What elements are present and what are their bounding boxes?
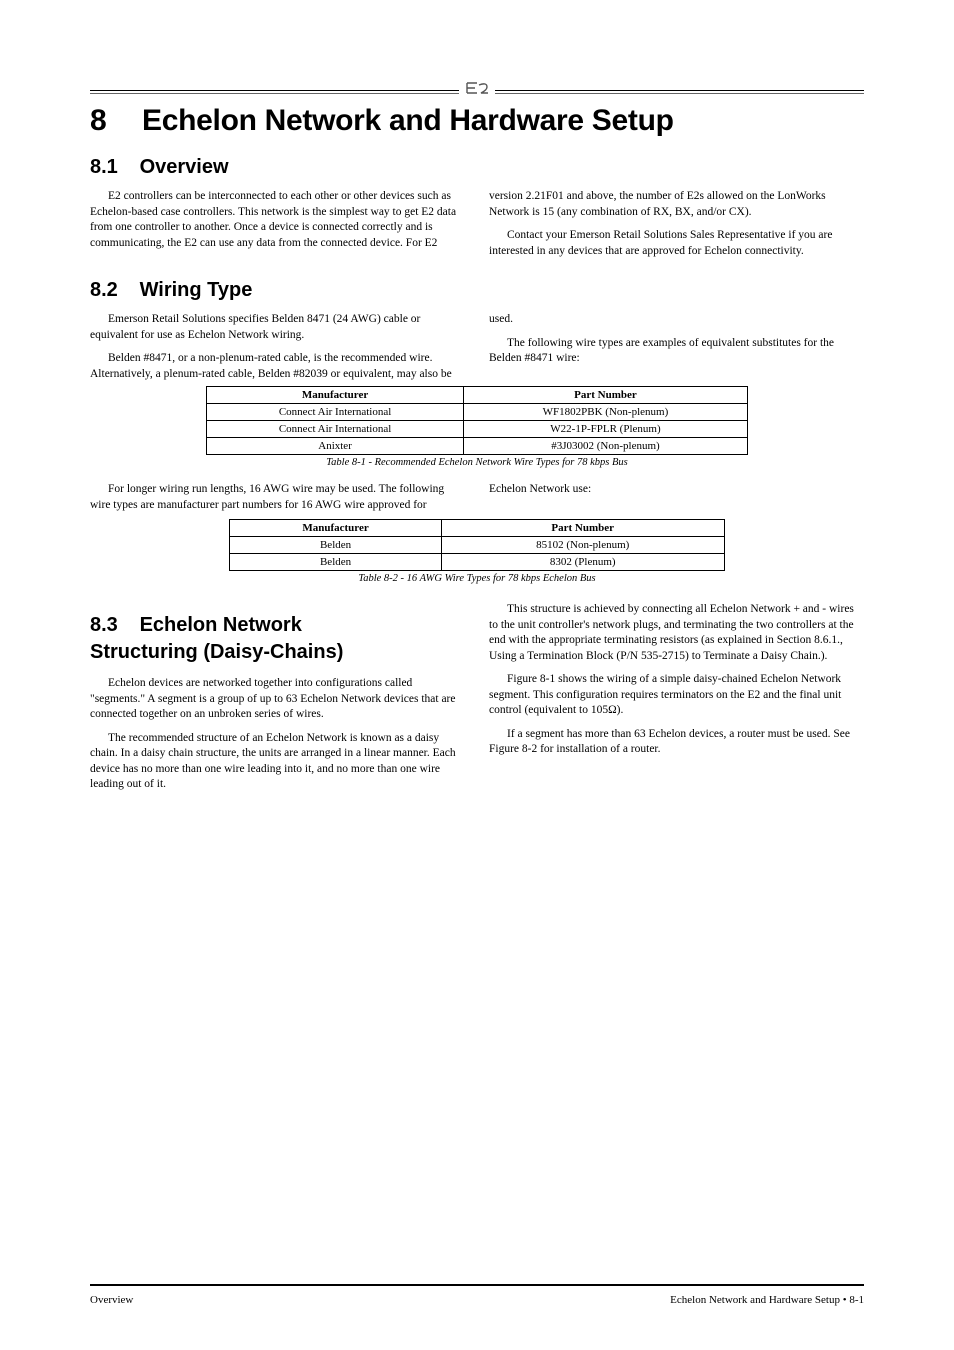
table-8-1-caption: Table 8-1 - Recommended Echelon Network … [90, 457, 864, 468]
section-title: Wiring Type [140, 279, 253, 301]
table-cell: 85102 (Non-plenum) [441, 537, 724, 554]
section-number: 8.1 [90, 156, 134, 179]
body-text: If a segment has more than 63 Echelon de… [489, 727, 864, 758]
footer-rule [90, 1284, 864, 1286]
body-text: Contact your Emerson Retail Solutions Sa… [489, 228, 864, 259]
section-8-1-heading: 8.1 Overview [90, 156, 864, 179]
section-8-2-heading: 8.2 Wiring Type [90, 279, 864, 302]
chapter-number: 8 [90, 104, 134, 138]
section-title-line1: Echelon Network [140, 614, 302, 636]
footer-left: Overview [90, 1294, 133, 1306]
chapter-title-text: Echelon Network and Hardware Setup [142, 104, 674, 137]
table-header: Part Number [441, 520, 724, 537]
table-row: Belden 85102 (Non-plenum) [230, 537, 724, 554]
header-rule-top [90, 90, 864, 91]
body-text: Emerson Retail Solutions specifies Belde… [90, 312, 465, 343]
table-header: Part Number [464, 387, 748, 404]
table-row: Connect Air International WF1802PBK (Non… [207, 404, 748, 421]
section-number: 8.3 [90, 612, 134, 639]
e2-logo-icon [459, 80, 495, 101]
section-title-line2: Structuring (Daisy-Chains) [90, 641, 343, 663]
table-cell: Connect Air International [207, 421, 464, 438]
table-8-1: Manufacturer Part Number Connect Air Int… [206, 386, 748, 455]
table-8-2: Manufacturer Part Number Belden 85102 (N… [229, 519, 724, 571]
table-cell: 8302 (Plenum) [441, 554, 724, 571]
body-text: Echelon devices are networked together i… [90, 676, 465, 723]
table-row: Connect Air International W22-1P-FPLR (P… [207, 421, 748, 438]
table-8-2-caption: Table 8-2 - 16 AWG Wire Types for 78 kbp… [90, 573, 864, 584]
footer-right: Echelon Network and Hardware Setup • 8-1 [670, 1294, 864, 1306]
table-cell: Anixter [207, 438, 464, 455]
table-cell: #3J03002 (Non-plenum) [464, 438, 748, 455]
body-text: This structure is achieved by connecting… [489, 602, 864, 664]
chapter-title: 8 Echelon Network and Hardware Setup [90, 104, 864, 138]
table-cell: W22-1P-FPLR (Plenum) [464, 421, 748, 438]
table-header: Manufacturer [207, 387, 464, 404]
table-header: Manufacturer [230, 520, 442, 537]
body-text: Figure 8-1 shows the wiring of a simple … [489, 672, 864, 719]
table-cell: Belden [230, 554, 442, 571]
body-text: For longer wiring run lengths, 16 AWG wi… [90, 482, 864, 513]
section-number: 8.2 [90, 279, 134, 302]
table-cell: WF1802PBK (Non-plenum) [464, 404, 748, 421]
section-title: Overview [140, 156, 229, 178]
table-row: Anixter #3J03002 (Non-plenum) [207, 438, 748, 455]
page-footer: Overview Echelon Network and Hardware Se… [90, 1294, 864, 1306]
section-8-3-heading: 8.3 Echelon Network [90, 612, 465, 639]
table-cell: Connect Air International [207, 404, 464, 421]
section-8-3-heading-line2: Structuring (Daisy-Chains) [90, 639, 465, 666]
body-text: The recommended structure of an Echelon … [90, 731, 465, 793]
table-row: Belden 8302 (Plenum) [230, 554, 724, 571]
table-cell: Belden [230, 537, 442, 554]
body-text: The following wire types are examples of… [489, 336, 864, 367]
